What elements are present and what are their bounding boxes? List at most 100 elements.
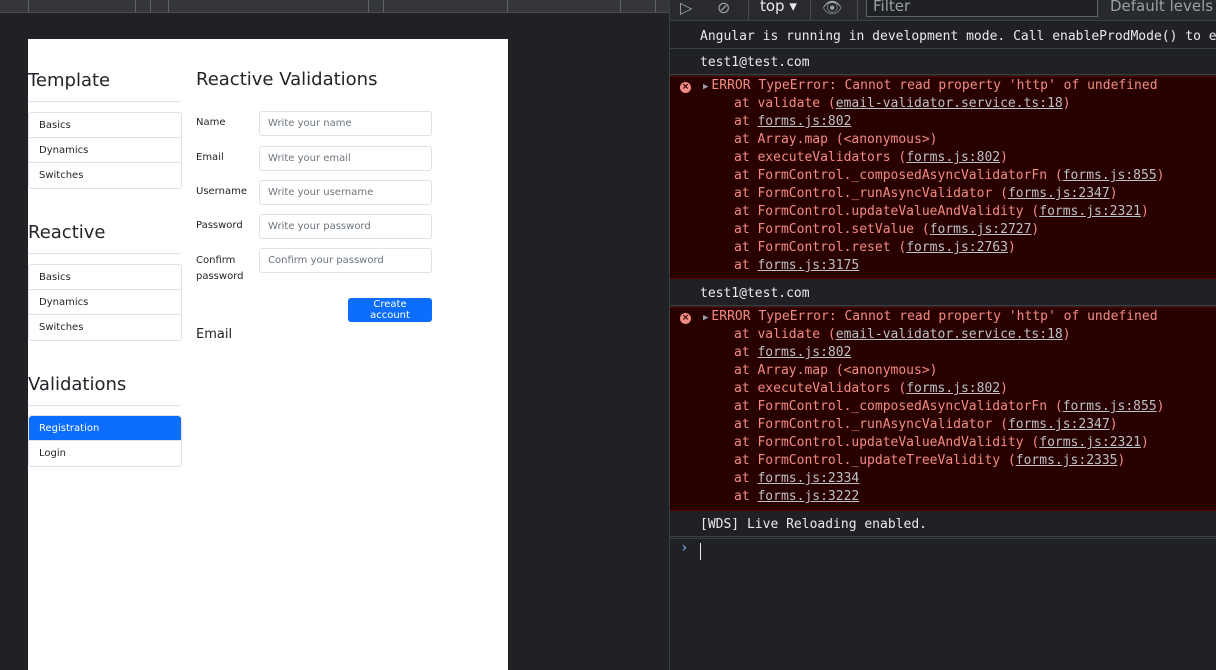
expand-triangle-icon[interactable]: ▶ — [703, 313, 708, 323]
stack-frame: at forms.js:3175 — [734, 257, 859, 275]
toolbar-divider — [748, 0, 749, 20]
sidebar-item-template-dynamics[interactable]: Dynamics — [29, 138, 181, 163]
stack-frame: at FormControl.updateValueAndValidity (f… — [734, 434, 1149, 452]
source-link[interactable]: email-validator.service.ts:18 — [836, 96, 1063, 111]
log-levels-dropdown[interactable]: Default levels ▾ — [1110, 0, 1216, 15]
confirm-password-label: Confirm password — [196, 255, 244, 282]
source-link[interactable]: forms.js:2347 — [1008, 186, 1110, 201]
frame-text: at validate ( — [734, 327, 836, 342]
frame-text: at — [734, 471, 758, 486]
sidebar-group-title-template: Template — [28, 70, 111, 91]
stack-frame: at validate (email-validator.service.ts:… — [734, 326, 1071, 344]
stack-frame: at executeValidators (forms.js:802) — [734, 149, 1008, 167]
frame-text: ) — [1007, 240, 1016, 255]
confirm-password-input[interactable] — [259, 248, 432, 273]
text-caret — [700, 543, 701, 560]
page-title: Reactive Validations — [196, 69, 378, 90]
create-account-button[interactable]: Create account — [348, 298, 432, 322]
console-log-message: test1@test.com — [670, 281, 1216, 306]
frame-text: at — [734, 258, 758, 273]
source-link[interactable]: forms.js:2727 — [930, 222, 1032, 237]
source-link[interactable]: forms.js:802 — [757, 114, 851, 129]
devtools-panel: ▷ ⊘ top ▾ 👁 Filter Default levels ▾ Angu… — [669, 0, 1216, 670]
frame-text: ) — [1109, 186, 1118, 201]
sidebar-item-template-switches[interactable]: Switches — [29, 163, 181, 188]
sidebar-toggle-icon[interactable]: ▷ — [680, 0, 692, 17]
sidebar-item-login[interactable]: Login — [29, 441, 181, 466]
strip-divider — [655, 0, 656, 12]
source-link[interactable]: forms.js:802 — [906, 150, 1000, 165]
strip-divider — [620, 0, 621, 12]
password-label: Password — [196, 220, 243, 231]
filter-input[interactable]: Filter — [866, 0, 1098, 17]
prompt-chevron-icon: › — [680, 540, 689, 556]
frame-text: ) — [1141, 204, 1149, 219]
frame-text: at — [734, 489, 758, 504]
frame-text: at validate ( — [734, 96, 836, 111]
frame-text: ) — [1109, 417, 1118, 432]
email-input[interactable] — [259, 146, 432, 171]
frame-text: ) — [1000, 381, 1008, 396]
password-input[interactable] — [259, 214, 432, 239]
stack-frame: at FormControl.reset (forms.js:2763) — [734, 239, 1016, 257]
source-link[interactable]: forms.js:3222 — [757, 489, 859, 504]
source-link[interactable]: forms.js:2347 — [1008, 417, 1110, 432]
source-link[interactable]: forms.js:802 — [906, 381, 1000, 396]
error-message[interactable]: ▶ ERROR TypeError: Cannot read property '… — [703, 308, 1158, 326]
stack-frame: at forms.js:802 — [734, 113, 851, 131]
console-wds-message: [WDS] Live Reloading enabled. — [670, 512, 1216, 537]
sidebar-list-reactive: Basics Dynamics Switches — [28, 264, 182, 341]
frame-text: at — [734, 345, 758, 360]
source-link[interactable]: email-validator.service.ts:18 — [836, 327, 1063, 342]
source-link[interactable]: forms.js:2321 — [1039, 204, 1141, 219]
sidebar-list-template: Basics Dynamics Switches — [28, 112, 182, 189]
strip-divider — [368, 0, 369, 12]
source-link[interactable]: forms.js:855 — [1063, 168, 1157, 183]
stack-frame: at executeValidators (forms.js:802) — [734, 380, 1008, 398]
console-error-block: × ▶ ERROR TypeError: Cannot read property… — [670, 76, 1216, 279]
error-message[interactable]: ▶ ERROR TypeError: Cannot read property '… — [703, 77, 1158, 95]
stack-frame: at Array.map (<anonymous>) — [734, 362, 938, 380]
sidebar-item-registration[interactable]: Registration — [29, 416, 181, 441]
stack-frame: at FormControl._runAsyncValidator (forms… — [734, 185, 1118, 203]
strip-divider — [135, 0, 136, 12]
sidebar-item-reactive-switches[interactable]: Switches — [29, 315, 181, 340]
source-link[interactable]: forms.js:855 — [1063, 399, 1157, 414]
context-selector[interactable]: top ▾ — [760, 0, 797, 15]
clear-console-icon[interactable]: ⊘ — [717, 0, 730, 17]
frame-text: ) — [1156, 168, 1165, 183]
frame-text: at executeValidators ( — [734, 150, 907, 165]
stack-frame: at FormControl._composedAsyncValidatorFn… — [734, 167, 1164, 185]
frame-text: at FormControl._runAsyncValidator ( — [734, 417, 1008, 432]
stack-frame: at validate (email-validator.service.ts:… — [734, 95, 1071, 113]
frame-text: ) — [1156, 399, 1165, 414]
error-icon: × — [680, 313, 691, 324]
source-link[interactable]: forms.js:3175 — [757, 258, 859, 273]
source-link[interactable]: forms.js:2334 — [757, 471, 859, 486]
eye-icon[interactable]: 👁 — [822, 0, 842, 17]
email-label: Email — [196, 152, 224, 163]
frame-text: ) — [1062, 327, 1071, 342]
toolbar-divider — [857, 0, 858, 20]
frame-text: at FormControl.reset ( — [734, 240, 907, 255]
console-prompt[interactable]: › — [670, 538, 1216, 564]
stack-frame: at FormControl.updateValueAndValidity (f… — [734, 203, 1149, 221]
stack-frame: at FormControl.setValue (forms.js:2727) — [734, 221, 1039, 239]
sidebar-item-template-basics[interactable]: Basics — [29, 113, 181, 138]
name-input[interactable] — [259, 111, 432, 136]
expand-triangle-icon[interactable]: ▶ — [703, 82, 708, 92]
source-link[interactable]: forms.js:2763 — [906, 240, 1008, 255]
sidebar-divider — [28, 101, 181, 102]
source-link[interactable]: forms.js:802 — [757, 345, 851, 360]
sidebar-item-reactive-dynamics[interactable]: Dynamics — [29, 290, 181, 315]
sidebar-item-reactive-basics[interactable]: Basics — [29, 265, 181, 290]
source-link[interactable]: forms.js:2335 — [1016, 453, 1118, 468]
console-error-block: × ▶ ERROR TypeError: Cannot read property… — [670, 307, 1216, 511]
source-link[interactable]: forms.js:2321 — [1039, 435, 1141, 450]
stack-frame: at FormControl._composedAsyncValidatorFn… — [734, 398, 1164, 416]
sidebar-divider — [28, 405, 181, 406]
name-label: Name — [196, 117, 226, 128]
frame-text: ) — [1000, 150, 1008, 165]
username-input[interactable] — [259, 180, 432, 205]
frame-text: ) — [1031, 222, 1040, 237]
